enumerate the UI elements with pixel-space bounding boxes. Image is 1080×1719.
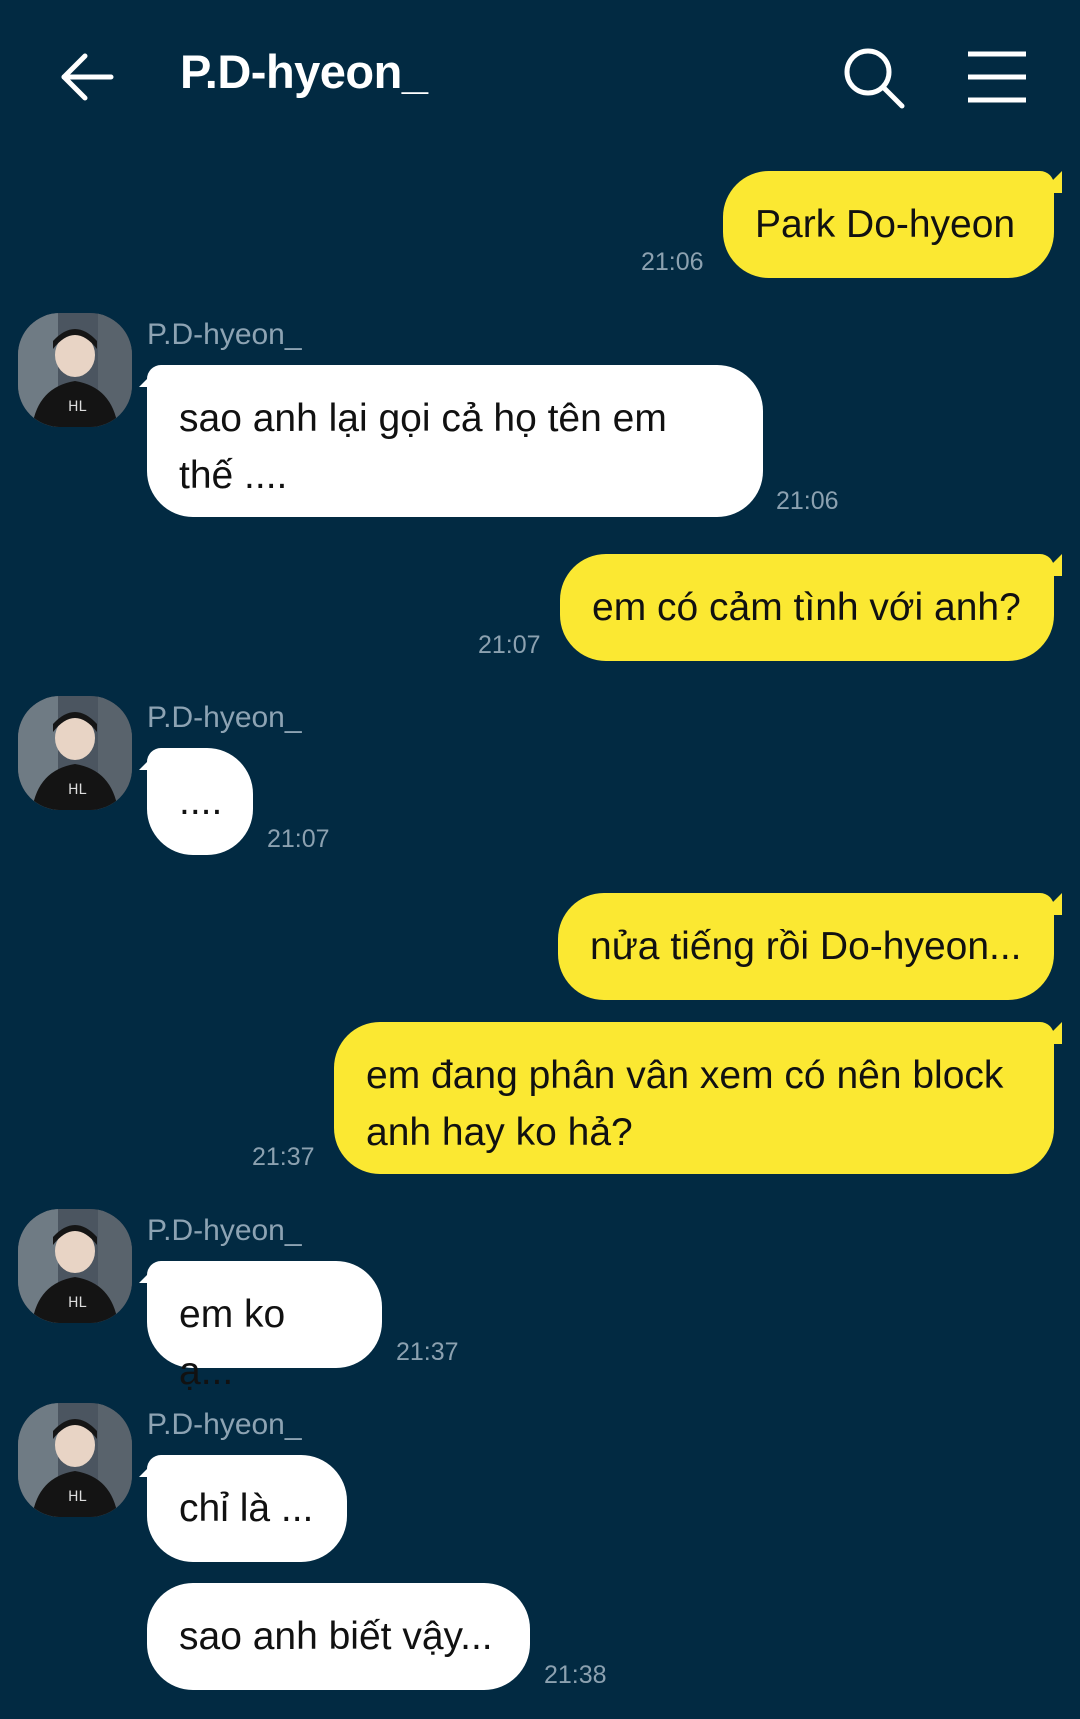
arrow-left-icon (61, 53, 114, 101)
back-button[interactable] (50, 40, 130, 120)
message-timestamp: 21:37 (252, 1143, 315, 1171)
message-timestamp: 21:37 (396, 1338, 459, 1366)
svg-text:HL: HL (68, 1489, 87, 1505)
message-text: sao anh biết vậy... (179, 1615, 493, 1658)
message-text: chỉ là ... (179, 1487, 314, 1530)
sender-name: P.D-hyeon_ (147, 318, 302, 351)
message-text-line: em đang phân vân xem có nên block (366, 1054, 1004, 1097)
sender-name: P.D-hyeon_ (147, 701, 302, 734)
sender-name: P.D-hyeon_ (147, 1214, 302, 1247)
message-text: em ko ạ... (179, 1293, 286, 1393)
outgoing-message-bubble[interactable]: nửa tiếng rồi Do-hyeon... (558, 893, 1054, 1000)
incoming-message-bubble[interactable]: chỉ là ... (147, 1455, 347, 1562)
message-timestamp: 21:06 (641, 248, 704, 276)
message-text: Park Do-hyeon (755, 203, 1016, 246)
menu-button[interactable] (958, 46, 1038, 108)
incoming-message-bubble[interactable]: sao anh biết vậy... (147, 1583, 530, 1690)
message-timestamp: 21:07 (267, 825, 330, 853)
search-icon (844, 48, 905, 109)
incoming-message-bubble[interactable]: sao anh lại gọi cả họ tên em thế .... (147, 365, 763, 517)
message-timestamp: 21:38 (544, 1661, 607, 1689)
avatar-photo-icon: HL (18, 1209, 132, 1323)
message-text-line: anh hay ko hả? (366, 1111, 633, 1154)
avatar-photo-icon: HL (18, 1403, 132, 1517)
message-text: em có cảm tình với anh? (592, 586, 1021, 629)
incoming-message-bubble[interactable]: .... (147, 748, 253, 855)
message-text-line: thế .... (179, 454, 288, 497)
sender-name: P.D-hyeon_ (147, 1408, 302, 1441)
hamburger-menu-icon (968, 51, 1026, 103)
avatar[interactable]: HL (18, 1403, 132, 1517)
message-text: nửa tiếng rồi Do-hyeon... (590, 925, 1022, 968)
outgoing-message-bubble[interactable]: em có cảm tình với anh? (560, 554, 1054, 661)
avatar-photo-icon: HL (18, 696, 132, 810)
avatar[interactable]: HL (18, 313, 132, 427)
svg-text:HL: HL (68, 1295, 87, 1311)
svg-text:HL: HL (68, 782, 87, 798)
incoming-message-bubble[interactable]: em ko ạ... (147, 1261, 382, 1393)
svg-text:HL: HL (68, 399, 87, 415)
chat-header: P.D-hyeon_ (0, 0, 1080, 150)
message-timestamp: 21:06 (776, 487, 839, 515)
avatar-photo-icon: HL (18, 313, 132, 427)
message-timestamp: 21:07 (478, 631, 541, 659)
chat-title: P.D-hyeon_ (180, 45, 428, 98)
outgoing-message-bubble[interactable]: Park Do-hyeon (723, 171, 1054, 278)
search-button[interactable] (840, 44, 910, 114)
message-text-line: sao anh lại gọi cả họ tên em (179, 397, 667, 440)
avatar[interactable]: HL (18, 696, 132, 810)
avatar[interactable]: HL (18, 1209, 132, 1323)
message-text: .... (179, 780, 223, 823)
outgoing-message-bubble[interactable]: em đang phân vân xem có nên block anh ha… (334, 1022, 1054, 1174)
